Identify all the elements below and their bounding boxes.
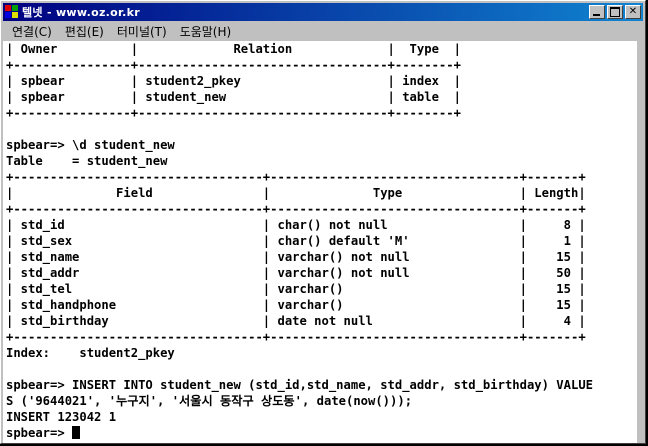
close-button[interactable]: ✕ <box>625 5 641 19</box>
terminal-line: | spbear | student2_pkey | index | <box>6 74 461 88</box>
terminal-line: spbear=> \d student_new <box>6 138 175 152</box>
terminal-line: spbear=> INSERT INTO student_new (std_id… <box>6 378 593 392</box>
menu-edit[interactable]: 편집(E) <box>65 23 104 40</box>
terminal-line: +----------------------------------+----… <box>6 330 586 344</box>
text-cursor <box>72 426 81 439</box>
terminal-line: +----------------------------------+----… <box>6 202 586 216</box>
close-icon: ✕ <box>628 6 638 17</box>
terminal-line: | spbear | student_new | table | <box>6 90 461 104</box>
terminal-line: | std_tel | varchar() | 15 | <box>6 282 586 296</box>
terminal-line: | std_sex | char() default 'M' | 1 | <box>6 234 586 248</box>
terminal-line: Table = student_new <box>6 154 168 168</box>
terminal-edge <box>637 41 645 443</box>
terminal-line: | std_birthday | date not null | 4 | <box>6 314 586 328</box>
window-title: 텔넷 - www.oz.or.kr <box>22 6 140 19</box>
terminal-line: +----------------+----------------------… <box>6 58 461 72</box>
terminal-line: | std_name | varchar() not null | 15 | <box>6 250 586 264</box>
terminal-line: +----------------+----------------------… <box>6 106 461 120</box>
terminal-line: INSERT 123042 1 <box>6 410 117 424</box>
terminal-line: | Field | Type | Length| <box>6 186 586 200</box>
terminal-line: S ('9644021', '누구지', '서울시 동작구 상도동', date… <box>6 394 413 408</box>
terminal-line: +----------------------------------+----… <box>6 170 586 184</box>
menu-bar: 연결(C) 편집(E) 터미널(T) 도움말(H) <box>3 22 643 41</box>
maximize-button[interactable] <box>607 5 623 19</box>
menu-terminal[interactable]: 터미널(T) <box>117 23 167 40</box>
terminal-line: | std_addr | varchar() not null | 50 | <box>6 266 586 280</box>
terminal-line: | Owner | Relation | Type | <box>6 42 461 56</box>
telnet-app-icon[interactable] <box>5 5 19 19</box>
minimize-button[interactable] <box>589 5 605 19</box>
telnet-window: 텔넷 - www.oz.or.kr ✕ 연결(C) 편집(E) 터미널(T) 도… <box>0 0 646 444</box>
terminal-line: | std_handphone | varchar() | 15 | <box>6 298 586 312</box>
terminal-line: Index: student2_pkey <box>6 346 175 360</box>
title-bar[interactable]: 텔넷 - www.oz.or.kr ✕ <box>3 3 643 21</box>
terminal-line: | std_id | char() not null | 8 | <box>6 218 586 232</box>
terminal-line: spbear=> <box>6 425 81 441</box>
terminal-screen[interactable]: | Owner | Relation | Type | +------------… <box>3 41 637 443</box>
menu-help[interactable]: 도움말(H) <box>180 23 232 40</box>
menu-connect[interactable]: 연결(C) <box>12 23 52 40</box>
